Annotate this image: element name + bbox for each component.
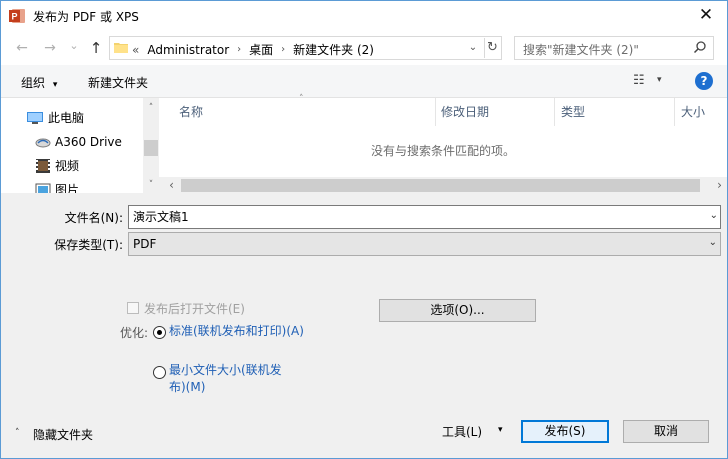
organize-button[interactable]: 组织 ▾ xyxy=(21,74,57,91)
filetype-dropdown-icon: ⌄ xyxy=(708,237,717,248)
address-bar[interactable]: « Administrator › 桌面 › 新建文件夹 (2) ⌄ ↻ xyxy=(109,36,502,60)
filetype-select[interactable]: PDF ⌄ xyxy=(128,232,721,256)
scroll-right-icon[interactable]: › xyxy=(711,177,728,194)
hide-folders-label: 隐藏文件夹 xyxy=(33,428,94,442)
organize-label: 组织 xyxy=(21,76,46,90)
breadcrumb-item-desktop[interactable]: 桌面 xyxy=(249,41,273,58)
file-list-horizontal-scrollbar[interactable]: ‹ › xyxy=(159,177,727,194)
nav-item-label: 视频 xyxy=(55,159,80,173)
breadcrumb: « Administrator › 桌面 › 新建文件夹 (2) xyxy=(132,41,382,58)
column-header-size[interactable]: 大小 xyxy=(675,98,728,126)
filename-label: 文件名(N): xyxy=(64,211,123,225)
view-options-icon[interactable]: ☷ xyxy=(633,73,645,88)
optimize-label: 优化: xyxy=(120,326,149,340)
filename-input[interactable] xyxy=(133,209,693,223)
new-folder-button[interactable]: 新建文件夹 xyxy=(88,74,148,91)
breadcrumb-item-new-folder[interactable]: 新建文件夹 (2) xyxy=(293,41,374,58)
search-placeholder: 搜索"新建文件夹 (2)" xyxy=(523,43,639,57)
open-after-publish-label: 发布后打开文件(E) xyxy=(144,302,245,316)
column-header-date-modified[interactable]: 修改日期 xyxy=(435,98,555,126)
scroll-left-icon[interactable]: ‹ xyxy=(163,177,180,194)
column-header-type[interactable]: 类型 xyxy=(555,98,675,126)
svg-text:P: P xyxy=(11,12,17,22)
chevron-down-icon: ▾ xyxy=(52,80,58,90)
tools-dropdown-icon: ▾ xyxy=(498,425,503,435)
filetype-label: 保存类型(T): xyxy=(54,238,123,252)
close-button[interactable]: ✕ xyxy=(697,5,715,25)
nav-pane-scrollbar[interactable]: ˄ ˅ xyxy=(143,98,159,193)
nav-item-videos[interactable]: 视频 xyxy=(1,155,141,177)
chevron-up-icon: ˄ xyxy=(15,428,20,438)
computer-icon xyxy=(27,112,43,124)
filetype-value: PDF xyxy=(133,237,157,251)
scroll-up-icon[interactable]: ˄ xyxy=(143,100,159,116)
publish-button[interactable]: 发布(S) xyxy=(521,420,609,443)
empty-message: 没有与搜索条件匹配的项。 xyxy=(370,144,515,158)
command-bar: 组织 ▾ 新建文件夹 ☷ ▾ ? xyxy=(1,65,727,98)
breadcrumb-item-administrator[interactable]: Administrator xyxy=(147,43,229,57)
publish-dialog: P 发布为 PDF 或 XPS ✕ ← → ⌄ ↑ « Administrato… xyxy=(0,0,728,459)
address-dropdown-icon[interactable]: ⌄ xyxy=(466,38,480,58)
nav-item-this-pc[interactable]: 此电脑 xyxy=(1,107,141,129)
radio-minimum-size[interactable] xyxy=(153,366,166,379)
folder-icon xyxy=(114,43,128,53)
navigation-pane: 此电脑 A360 Drive 视频 图片 xyxy=(1,98,159,193)
view-dropdown-icon[interactable]: ▾ xyxy=(657,75,662,85)
tools-menu-button[interactable]: 工具(L) ▾ xyxy=(442,423,503,440)
nav-item-label: A360 Drive xyxy=(55,135,122,149)
checkbox-box[interactable] xyxy=(127,302,139,314)
filetype-row: 保存类型(T): PDF ⌄ xyxy=(1,232,727,256)
radio-standard[interactable] xyxy=(153,326,166,339)
tools-label: 工具(L) xyxy=(442,425,483,439)
options-button[interactable]: 选项(O)... xyxy=(379,299,536,322)
video-folder-icon xyxy=(36,159,50,173)
column-header-name[interactable]: 名称 xyxy=(173,98,436,126)
filename-dropdown-icon[interactable]: ⌄ xyxy=(710,210,718,221)
breadcrumb-separator-icon[interactable]: › xyxy=(281,44,285,55)
title-bar: P 发布为 PDF 或 XPS ✕ xyxy=(1,1,727,32)
breadcrumb-overflow[interactable]: « xyxy=(132,43,139,57)
radio-standard-label[interactable]: 标准(联机发布和打印)(A) xyxy=(169,323,309,340)
breadcrumb-separator-icon[interactable]: › xyxy=(237,44,241,55)
filename-row: 文件名(N): ⌄ xyxy=(1,205,727,229)
cancel-button[interactable]: 取消 xyxy=(623,420,709,443)
scrollbar-thumb[interactable] xyxy=(144,140,158,156)
nav-item-a360-drive[interactable]: A360 Drive xyxy=(1,131,141,153)
cloud-drive-icon xyxy=(35,138,51,148)
forward-arrow-icon[interactable]: → xyxy=(41,39,59,57)
recent-locations-chevron-icon[interactable]: ⌄ xyxy=(65,37,83,55)
filename-field[interactable]: ⌄ xyxy=(128,205,721,229)
help-icon[interactable]: ? xyxy=(695,72,713,90)
search-box[interactable]: 搜索"新建文件夹 (2)" xyxy=(514,36,714,60)
pictures-folder-icon xyxy=(35,183,51,193)
refresh-icon[interactable]: ↻ xyxy=(484,38,500,58)
scrollbar-thumb[interactable] xyxy=(181,179,700,192)
back-arrow-icon[interactable]: ← xyxy=(13,39,31,57)
nav-item-label: 此电脑 xyxy=(48,111,85,125)
nav-item-label: 图片 xyxy=(55,183,80,193)
navigation-bar: ← → ⌄ ↑ « Administrator › 桌面 › 新建文件夹 (2)… xyxy=(1,32,727,65)
radio-minimum-size-label[interactable]: 最小文件大小(联机发布)(M) xyxy=(169,362,289,396)
powerpoint-icon: P xyxy=(9,9,25,23)
up-arrow-icon[interactable]: ↑ xyxy=(87,39,105,57)
nav-item-pictures[interactable]: 图片 xyxy=(1,179,141,193)
scroll-down-icon[interactable]: ˅ xyxy=(143,177,159,193)
window-title: 发布为 PDF 或 XPS xyxy=(33,10,139,24)
search-icon xyxy=(693,41,706,54)
